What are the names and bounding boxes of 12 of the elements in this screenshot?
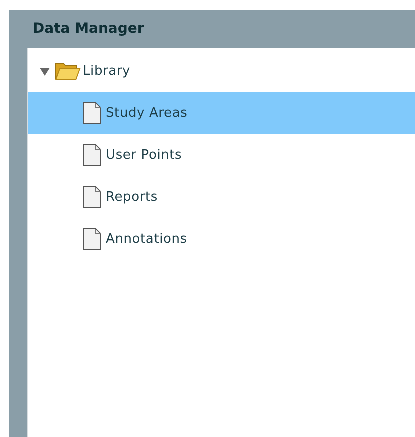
document-icon — [82, 185, 104, 209]
document-icon — [82, 101, 104, 125]
tree-item[interactable]: Study Areas — [28, 92, 415, 134]
panel-title: Data Manager — [32, 20, 146, 39]
tree-item[interactable]: Reports — [28, 176, 415, 218]
tree-item[interactable]: Annotations — [28, 218, 415, 260]
tree-item[interactable]: User Points — [28, 134, 415, 176]
expand-arrow-icon[interactable] — [40, 66, 50, 76]
document-icon — [82, 143, 104, 167]
document-icon — [82, 227, 104, 251]
folder-icon — [55, 61, 81, 81]
tree-item[interactable]: Library — [28, 50, 415, 92]
